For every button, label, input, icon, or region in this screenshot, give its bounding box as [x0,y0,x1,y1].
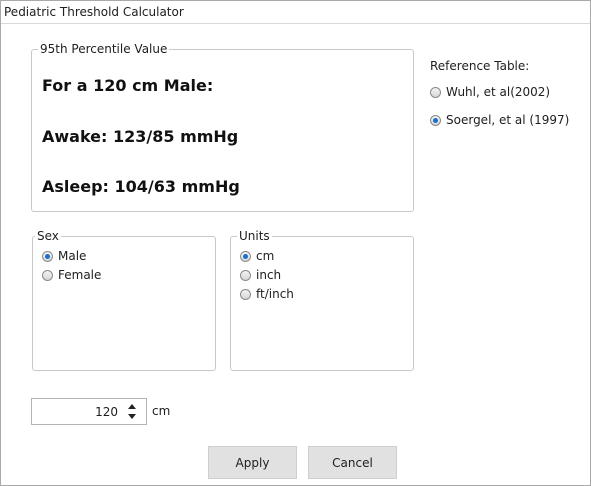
radio-icon [430,86,441,98]
apply-button[interactable]: Apply [208,446,297,479]
units-legend: Units [237,229,272,243]
reference-option-label: Soergel, et al (1997) [446,113,570,127]
height-unit-label: cm [152,404,171,418]
sex-option-label: Female [58,268,102,282]
reference-table-label: Reference Table: [430,59,530,73]
units-option-label: ft/inch [256,287,294,301]
chevron-up-icon[interactable] [128,404,136,409]
asleep-value: Asleep: 104/63 mmHg [42,177,240,196]
reference-option-soergel[interactable]: Soergel, et al (1997) [430,113,569,127]
sex-groupbox: Sex Male Female [32,229,216,371]
percentile-groupbox: 95th Percentile Value For a 120 cm Male:… [31,42,414,212]
cancel-button[interactable]: Cancel [308,446,397,479]
sex-option-female[interactable]: Female [42,268,101,282]
title-bar: Pediatric Threshold Calculator [1,1,590,24]
units-option-cm[interactable]: cm [240,249,274,263]
radio-icon [240,269,251,281]
reference-option-wuhl[interactable]: Wuhl, et al(2002) [430,85,550,99]
height-stepper[interactable]: 120 [31,398,147,425]
percentile-legend: 95th Percentile Value [38,42,170,56]
sex-option-label: Male [58,249,87,263]
units-option-label: cm [256,249,275,263]
radio-selected-icon [42,250,53,262]
reference-option-label: Wuhl, et al(2002) [446,85,551,99]
radio-icon [42,269,53,281]
sex-legend: Sex [35,229,61,243]
radio-selected-icon [430,114,441,126]
chevron-down-icon[interactable] [128,414,136,419]
radio-selected-icon [240,250,251,262]
units-groupbox: Units cm inch ft/inch [230,229,414,371]
result-heading: For a 120 cm Male: [42,76,214,95]
window-title: Pediatric Threshold Calculator [4,5,184,19]
radio-icon [240,288,251,300]
height-value[interactable]: 120 [95,405,118,419]
spinner-arrows[interactable] [127,402,137,422]
sex-option-male[interactable]: Male [42,249,86,263]
calculator-window: Pediatric Threshold Calculator 95th Perc… [0,0,591,486]
units-option-label: inch [256,268,282,282]
awake-value: Awake: 123/85 mmHg [42,127,239,146]
units-option-ft-inch[interactable]: ft/inch [240,287,294,301]
units-option-inch[interactable]: inch [240,268,281,282]
